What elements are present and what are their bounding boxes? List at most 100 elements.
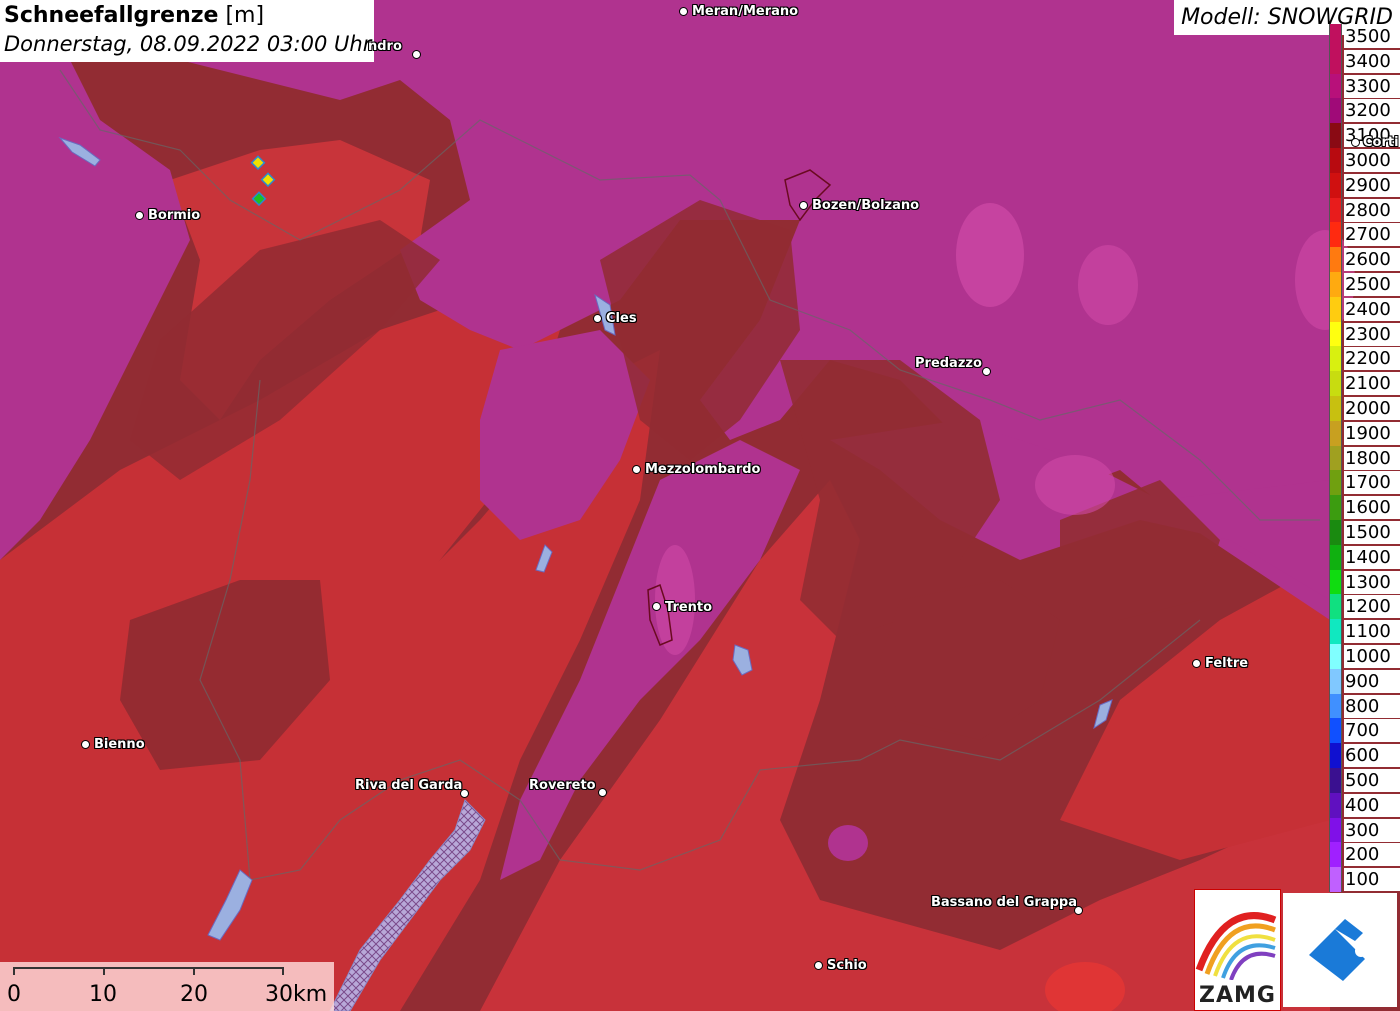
legend-swatch (1329, 792, 1342, 818)
legend-label: 2300 (1344, 322, 1400, 346)
color-legend: 3500 3400 3300 3200 3100 3000 2900 2800 2700 2600… (1329, 24, 1400, 892)
legend-swatch (1329, 619, 1342, 644)
scale-tick (282, 967, 284, 975)
legend-row: 2000 (1329, 395, 1400, 421)
legend-row: 1400 (1329, 544, 1400, 570)
legend-row: 2400 (1329, 296, 1400, 322)
city-marker[interactable] (652, 602, 661, 611)
legend-row: 2700 (1329, 222, 1400, 248)
legend-swatch (1329, 569, 1342, 595)
legend-swatch (1329, 247, 1342, 272)
city-label[interactable]: Mezzolombardo (645, 463, 760, 477)
city-label[interactable]: Cles (606, 312, 637, 326)
city-label[interactable]: Corti (1363, 136, 1399, 150)
snowline-map[interactable] (0, 0, 1400, 1011)
legend-row: 3000 (1329, 147, 1400, 173)
legend-row: 700 (1329, 718, 1400, 744)
legend-row: 1000 (1329, 643, 1400, 669)
legend-row: 2300 (1329, 321, 1400, 347)
legend-row: 1300 (1329, 569, 1400, 595)
legend-row: 900 (1329, 668, 1400, 694)
legend-label: 2700 (1344, 223, 1400, 247)
legend-swatch (1329, 48, 1342, 74)
legend-label: 2600 (1344, 248, 1400, 272)
legend-label: 300 (1344, 818, 1400, 842)
scale-tick (103, 967, 105, 975)
legend-label: 3000 (1344, 148, 1400, 172)
city-marker[interactable] (799, 201, 808, 210)
legend-label: 1900 (1344, 421, 1400, 445)
map-datetime: Donnerstag, 08.09.2022 03:00 Uhr (4, 32, 372, 56)
legend-label: 1000 (1344, 644, 1400, 668)
legend-label: 200 (1344, 843, 1400, 867)
legend-label: 1400 (1344, 545, 1400, 569)
city-label[interactable]: Bassano del Grappa (931, 896, 1077, 910)
city-marker[interactable] (679, 7, 688, 16)
city-marker[interactable] (632, 465, 641, 474)
city-label[interactable]: Predazzo (915, 357, 982, 371)
legend-swatch (1329, 544, 1342, 570)
legend-label: 1500 (1344, 520, 1400, 544)
legend-label: 1200 (1344, 595, 1400, 619)
legend-label: 100 (1344, 868, 1400, 892)
pink-highlight-1 (956, 203, 1024, 307)
legend-row: 2200 (1329, 346, 1400, 372)
legend-label: 1600 (1344, 496, 1400, 520)
legend-label: 1800 (1344, 446, 1400, 470)
city-label[interactable]: Bormio (148, 209, 200, 223)
snowgrid-logo[interactable] (1283, 893, 1397, 1007)
legend-swatch (1329, 321, 1342, 347)
legend-swatch (1329, 73, 1342, 99)
city-label[interactable]: Bozen/Bolzano (812, 199, 919, 213)
legend-swatch (1329, 495, 1342, 520)
city-label[interactable]: Meran/Merano (692, 5, 798, 19)
city-label[interactable]: Bienno (94, 738, 145, 752)
legend-row: 1800 (1329, 445, 1400, 471)
legend-label: 400 (1344, 793, 1400, 817)
legend-label: 800 (1344, 694, 1400, 718)
city-marker[interactable] (81, 740, 90, 749)
legend-label: 3500 (1344, 25, 1400, 48)
legend-row: 1200 (1329, 594, 1400, 620)
city-marker[interactable] (982, 367, 991, 376)
legend-label: 2000 (1344, 396, 1400, 420)
city-marker[interactable] (593, 314, 602, 323)
city-label[interactable]: ndro (368, 40, 402, 54)
legend-swatch (1329, 123, 1342, 148)
legend-label: 2400 (1344, 297, 1400, 321)
legend-row: 2600 (1329, 247, 1400, 272)
legend-row: 800 (1329, 693, 1400, 719)
legend-swatch (1329, 767, 1342, 793)
legend-row: 600 (1329, 743, 1400, 768)
rainbow-icon (1195, 912, 1277, 981)
city-marker[interactable] (598, 788, 607, 797)
city-marker[interactable] (412, 50, 421, 59)
city-label[interactable]: Rovereto (529, 779, 596, 793)
legend-swatch (1329, 668, 1342, 694)
city-label[interactable]: Riva del Garda (355, 779, 462, 793)
legend-row: 3300 (1329, 73, 1400, 99)
city-marker[interactable] (814, 961, 823, 970)
city-label[interactable]: Feltre (1205, 657, 1248, 671)
zamg-logo[interactable]: ZAMG (1194, 889, 1281, 1011)
legend-label: 2900 (1344, 173, 1400, 197)
legend-swatch (1329, 98, 1342, 124)
city-marker[interactable] (1351, 138, 1360, 147)
legend-swatch (1329, 371, 1342, 396)
legend-swatch (1329, 197, 1342, 223)
city-marker[interactable] (1192, 659, 1201, 668)
legend-label: 3400 (1344, 49, 1400, 73)
legend-swatch (1329, 470, 1342, 496)
legend-label: 1100 (1344, 620, 1400, 644)
legend-row: 2900 (1329, 172, 1400, 198)
scale-label: 20 (180, 982, 208, 1007)
legend-swatch (1329, 445, 1342, 471)
city-label[interactable]: Schio (827, 959, 867, 973)
legend-swatch (1329, 594, 1342, 620)
city-label[interactable]: Trento (665, 601, 712, 615)
scale-label: 0 (7, 982, 21, 1007)
legend-swatch (1329, 867, 1342, 892)
scale-label: 30km (265, 982, 328, 1007)
legend-swatch (1329, 172, 1342, 198)
city-marker[interactable] (135, 211, 144, 220)
